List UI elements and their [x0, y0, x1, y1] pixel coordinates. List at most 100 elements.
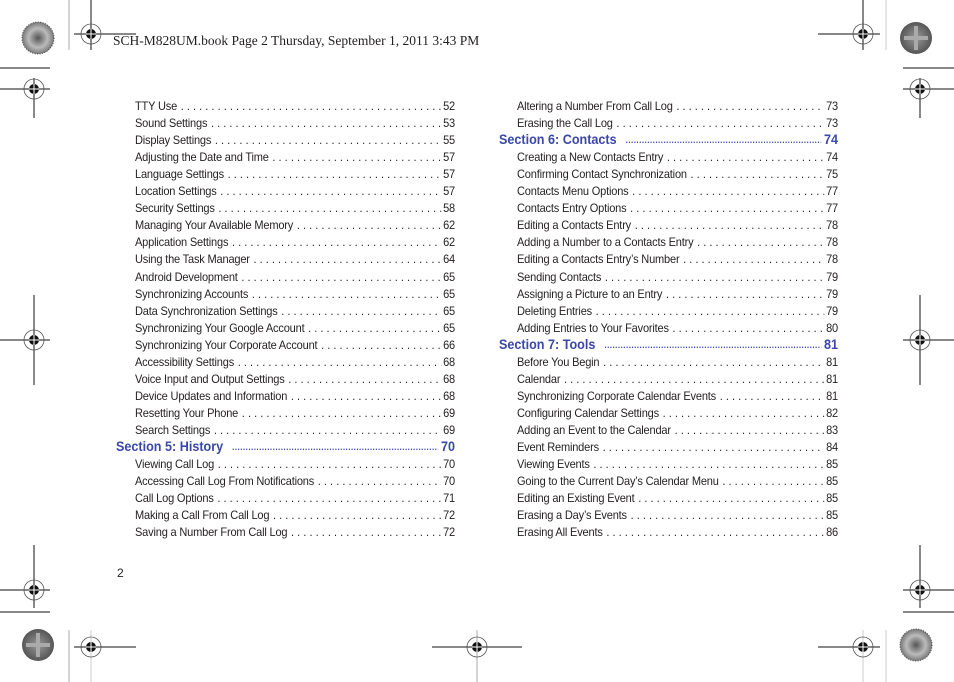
- toc-entry[interactable]: Erasing the Call Log 73: [517, 113, 838, 130]
- toc-entry[interactable]: Synchronizing Your Google Account 65: [135, 318, 455, 335]
- toc-entry[interactable]: Search Settings 69: [135, 420, 455, 437]
- toc-entry[interactable]: Display Settings 55: [135, 130, 455, 147]
- toc-entry-page: 84: [826, 440, 838, 454]
- crosshair-mark-left-top: [0, 67, 50, 118]
- dot-leader: [675, 423, 825, 437]
- toc-entry-page: 75: [826, 167, 838, 182]
- toc-entry-title: Voice Input and Output Settings: [135, 371, 285, 386]
- dot-leader: [606, 525, 824, 539]
- toc-entry-title: Adding an Event to the Calendar: [517, 422, 671, 437]
- section-5-heading[interactable]: Section 5: History 70: [116, 436, 455, 454]
- toc-entry[interactable]: Saving a Number From Call Log 72: [135, 522, 455, 539]
- toc-entry[interactable]: Assigning a Picture to an Entry 79: [517, 284, 838, 301]
- toc-entry[interactable]: TTY Use 52: [135, 96, 455, 113]
- toc-entry[interactable]: Location Settings 57: [135, 181, 455, 198]
- section-7-heading[interactable]: Section 7: Tools 81: [499, 334, 838, 352]
- toc-entry[interactable]: Synchronizing Corporate Calendar Events 8…: [517, 386, 838, 403]
- toc-entry[interactable]: Security Settings 58: [135, 198, 455, 215]
- toc-entry[interactable]: Going to the Current Day’s Calendar Menu…: [517, 471, 838, 488]
- book-header: SCH-M828UM.book Page 2 Thursday, Septemb…: [113, 33, 480, 48]
- dot-leader: [605, 270, 824, 284]
- toc-entry-title: Event Reminders: [517, 440, 599, 454]
- toc-entry[interactable]: Before You Begin 81: [517, 352, 838, 369]
- toc-entry-page: 58: [443, 201, 455, 216]
- toc-entry[interactable]: Erasing a Day’s Events 85: [517, 505, 838, 522]
- toc-entry-page: 53: [443, 116, 455, 131]
- toc-entry[interactable]: Viewing Events 85: [517, 454, 838, 471]
- toc-entry-page: 78: [826, 218, 838, 233]
- toc-entry[interactable]: Accessing Call Log From Notifications 70: [135, 471, 455, 488]
- toc-entry[interactable]: Creating a New Contacts Entry 74: [517, 147, 838, 164]
- toc-entry[interactable]: Making a Call From Call Log 72: [135, 505, 455, 522]
- section-title: Section 7: Tools: [499, 335, 596, 352]
- toc-entry[interactable]: Language Settings 57: [135, 164, 455, 181]
- toc-entry[interactable]: Call Log Options 71: [135, 488, 455, 505]
- dot-leader: [564, 372, 824, 386]
- toc-entry-title: Making a Call From Call Log: [135, 508, 270, 523]
- toc-entry-page: 78: [826, 235, 838, 250]
- dot-leader: [218, 201, 441, 215]
- toc-entry-title: Deleting Entries: [517, 303, 592, 318]
- dot-leader: [666, 287, 824, 301]
- toc-entry[interactable]: Altering a Number From Call Log 73: [517, 96, 838, 113]
- toc-entry[interactable]: Voice Input and Output Settings 68: [135, 369, 455, 386]
- crosshair-mark-right-bottom: [903, 545, 954, 613]
- dot-leader: [697, 235, 824, 249]
- toc-entry[interactable]: Erasing All Events 86: [517, 522, 838, 539]
- dot-leader: [720, 389, 825, 403]
- toc-entry[interactable]: Deleting Entries 79: [517, 301, 838, 318]
- toc-entry-title: Language Settings: [135, 167, 224, 182]
- toc-entry[interactable]: Application Settings 62: [135, 232, 455, 249]
- toc-entry[interactable]: Calendar 81: [517, 369, 838, 386]
- toc-entry[interactable]: Editing a Contacts Entry’s Number 78: [517, 249, 838, 266]
- toc-entry[interactable]: Sound Settings 53: [135, 113, 455, 130]
- toc-entry[interactable]: Viewing Call Log 70: [135, 454, 455, 471]
- toc-entry[interactable]: Device Updates and Information 68: [135, 386, 455, 403]
- toc-entry[interactable]: Data Synchronization Settings 65: [135, 301, 455, 318]
- toc-entry-title: Creating a New Contacts Entry: [517, 150, 664, 165]
- toc-entry[interactable]: Adding a Number to a Contacts Entry 78: [517, 232, 838, 249]
- dot-leader: [242, 406, 441, 420]
- toc-entry[interactable]: Adding an Event to the Calendar 83: [517, 420, 838, 437]
- toc-entry[interactable]: Editing an Existing Event 85: [517, 488, 838, 505]
- toc-entry-page: 70: [443, 474, 455, 489]
- toc-entry-title: Editing an Existing Event: [517, 491, 635, 506]
- dot-leader: [673, 321, 825, 335]
- toc-entry[interactable]: Contacts Menu Options 77: [517, 181, 838, 198]
- toc-entry[interactable]: Confirming Contact Synchronization 75: [517, 164, 838, 181]
- dot-leader: [603, 355, 824, 369]
- toc-entry[interactable]: Accessibility Settings 68: [135, 352, 455, 369]
- toc-entry[interactable]: Synchronizing Accounts 65: [135, 284, 455, 301]
- toc-entry-page: 57: [443, 167, 455, 182]
- crosshair-mark-bottom-1: [74, 630, 136, 682]
- section-6-heading[interactable]: Section 6: Contacts 74: [499, 129, 838, 147]
- dot-leader: [630, 201, 824, 215]
- toc-entry-title: Security Settings: [135, 201, 215, 216]
- toc-entry-page: 72: [443, 525, 455, 540]
- dot-leader: [252, 287, 441, 301]
- toc-entry[interactable]: Managing Your Available Memory 62: [135, 215, 455, 232]
- toc-entry-title: Editing a Contacts Entry: [517, 218, 632, 233]
- crosshair-mark-top-2: [818, 0, 880, 50]
- toc-entry[interactable]: Sending Contacts 79: [517, 267, 838, 284]
- toc-entry[interactable]: Event Reminders 84: [517, 437, 838, 454]
- toc-entry[interactable]: Synchronizing Your Corporate Account 66: [135, 335, 455, 352]
- toc-entry-page: 65: [443, 303, 455, 318]
- toc-entry[interactable]: Adjusting the Date and Time 57: [135, 147, 455, 164]
- toc-entry[interactable]: Configuring Calendar Settings 82: [517, 403, 838, 420]
- toc-entry-title: Resetting Your Phone: [135, 405, 239, 420]
- toc-entry[interactable]: Android Development 65: [135, 267, 455, 284]
- dot-leader: [241, 270, 441, 284]
- toc-entry-title: Adjusting the Date and Time: [135, 150, 269, 165]
- toc-entry-page: 65: [443, 269, 455, 284]
- toc-entry[interactable]: Editing a Contacts Entry 78: [517, 215, 838, 232]
- dot-leader: [632, 184, 824, 198]
- toc-entry[interactable]: Resetting Your Phone 69: [135, 403, 455, 420]
- crosshair-mark-right-middle: [903, 295, 954, 385]
- toc-entry[interactable]: Contacts Entry Options 77: [517, 198, 838, 215]
- toc-entry-page: 73: [826, 116, 838, 131]
- toc-entry[interactable]: Using the Task Manager 64: [135, 249, 455, 266]
- dot-leader: [691, 167, 825, 181]
- toc-entry[interactable]: Adding Entries to Your Favorites 80: [517, 318, 838, 335]
- toc-entry-title: Location Settings: [135, 184, 217, 199]
